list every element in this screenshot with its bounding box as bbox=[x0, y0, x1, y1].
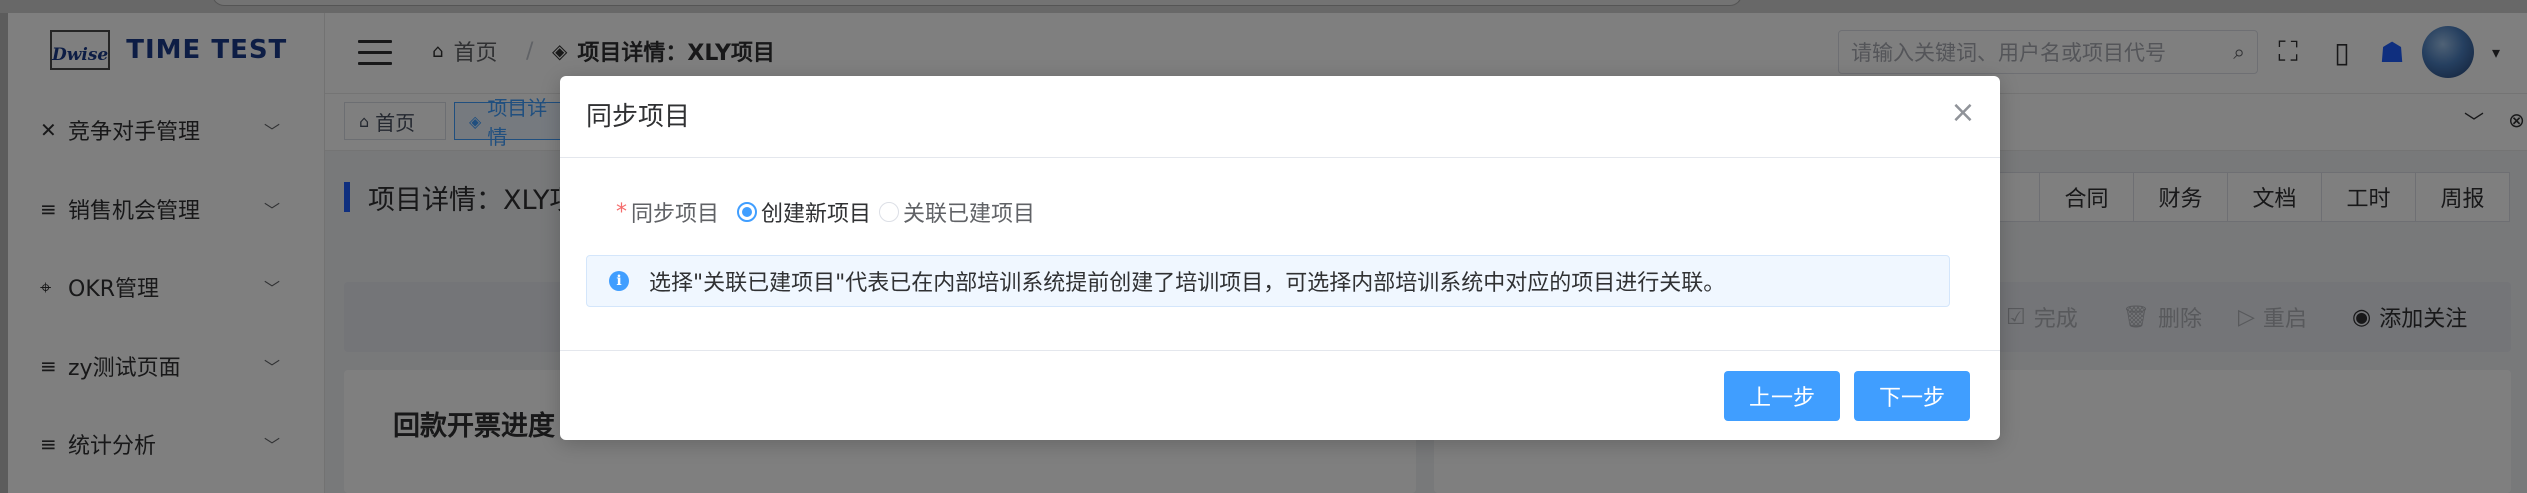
sync-option-row: * 同步项目 创建新项目 关联已建项目 bbox=[616, 194, 1035, 230]
required-asterisk: * bbox=[616, 199, 627, 225]
next-step-button[interactable]: 下一步 bbox=[1854, 371, 1970, 421]
info-icon: i bbox=[609, 271, 629, 291]
dialog-title: 同步项目 bbox=[586, 102, 691, 132]
dialog-divider bbox=[560, 157, 2000, 158]
radio-label: 关联已建项目 bbox=[903, 202, 1036, 227]
radio-create-new[interactable]: 创建新项目 bbox=[737, 196, 871, 228]
close-icon[interactable]: × bbox=[1948, 96, 1978, 130]
radio-button[interactable] bbox=[737, 202, 758, 222]
prev-step-button[interactable]: 上一步 bbox=[1724, 371, 1840, 421]
radio-button[interactable] bbox=[879, 202, 900, 222]
radio-link-existing[interactable]: 关联已建项目 bbox=[879, 196, 1035, 228]
radio-label: 创建新项目 bbox=[761, 202, 872, 227]
info-text: 选择"关联已建项目"代表已在内部培训系统提前创建了培训项目，可选择内部培训系统中… bbox=[649, 271, 1726, 296]
dialog-footer-divider bbox=[560, 350, 2000, 351]
info-alert: i 选择"关联已建项目"代表已在内部培训系统提前创建了培训项目，可选择内部培训系… bbox=[586, 255, 1950, 307]
sync-field-label: 同步项目 bbox=[631, 202, 720, 227]
